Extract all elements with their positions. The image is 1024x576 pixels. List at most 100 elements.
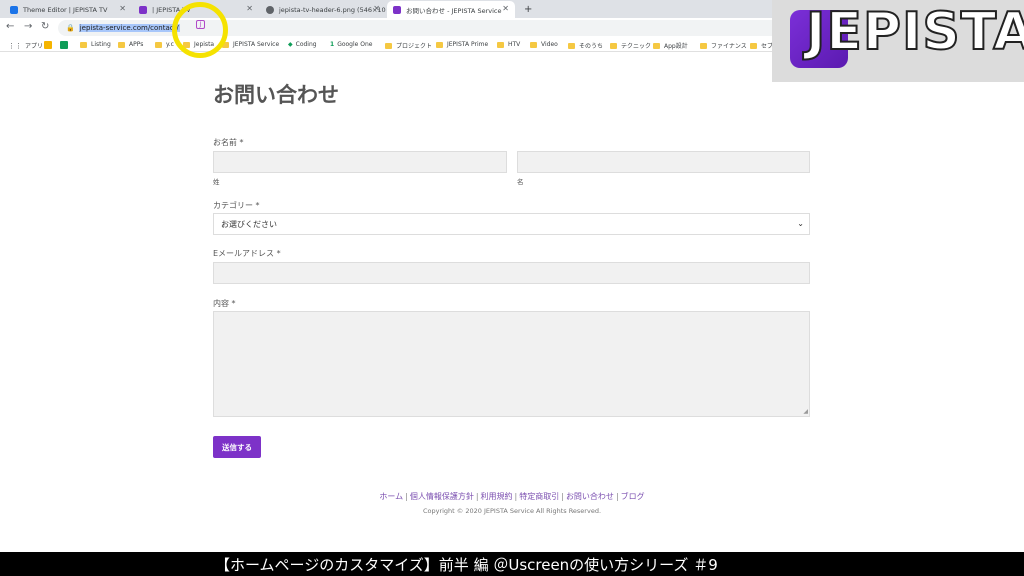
name-label-text: お名前 [213, 138, 237, 147]
globe-favicon-icon [266, 5, 274, 14]
first-name-sublabel: 名 [517, 178, 524, 186]
first-name-field[interactable] [517, 151, 810, 173]
bookmark-label: プロジェクト [396, 43, 433, 50]
folder-icon [80, 41, 87, 48]
close-tab-icon[interactable]: ✕ [502, 4, 509, 13]
required-mark: * [239, 138, 244, 147]
footer-link-terms[interactable]: 利用規約 [481, 492, 513, 501]
bookmark-htv[interactable]: HTV [497, 41, 520, 48]
footer-link-home[interactable]: ホーム [379, 492, 403, 501]
new-tab-button[interactable]: + [518, 1, 536, 18]
address-bar[interactable]: 🔒 jepista-service.com/contact/ [58, 20, 798, 36]
chevron-down-icon: ⌄ [797, 219, 804, 228]
tab-contact[interactable]: お問い合わせ - JEPISTA Service ✕ [387, 1, 515, 18]
content-textarea[interactable]: ◢ [213, 311, 810, 417]
bookmark-label: JEPISTA Prime [447, 41, 489, 48]
bookmark-label: JEPISTA Service [233, 41, 280, 48]
apps-grid-icon: ⋮⋮ [8, 41, 22, 50]
copyright: Copyright © 2020 JEPISTA Service All Rig… [422, 507, 602, 515]
bookmark-label: そのうち [579, 43, 604, 50]
required-mark: * [276, 249, 281, 258]
last-name-sublabel: 姓 [213, 178, 220, 186]
folder-icon [497, 41, 504, 48]
category-select[interactable]: お選びください ⌄ [213, 213, 810, 235]
reload-icon[interactable]: ↻ [41, 21, 49, 32]
tab-label: jepista-tv-header-6.png (546×10 [279, 5, 386, 14]
bookmark-technique[interactable]: テクニック [610, 41, 651, 50]
category-label-text: カテゴリー [213, 201, 253, 210]
bookmark-icon-green[interactable] [60, 41, 68, 49]
required-mark: * [231, 299, 236, 308]
jepista-favicon-icon: J [196, 20, 205, 29]
folder-icon [610, 42, 617, 49]
bookmark-yc[interactable]: y.c [155, 41, 174, 48]
tab-theme-editor[interactable]: Theme Editor | JEPISTA TV ✕ [4, 1, 132, 18]
bookmark-listing[interactable]: Listing [80, 41, 111, 48]
folder-icon [118, 41, 125, 48]
bookmark-label: Listing [91, 41, 111, 48]
apps-bookmark[interactable]: ⋮⋮ アプリ [8, 41, 44, 51]
email-label-text: Eメールアドレス [213, 249, 275, 258]
bookmark-label: ファイナンス [711, 43, 747, 50]
content-label: 内容 * [213, 298, 236, 309]
folder-icon [700, 42, 707, 49]
bookmark-coding[interactable]: ◆ Coding [288, 41, 317, 48]
bookmark-apps[interactable]: APPs [118, 41, 143, 48]
back-arrow-icon[interactable]: ← [6, 21, 14, 32]
email-label: Eメールアドレス * [213, 248, 281, 259]
lock-icon: 🔒 [66, 24, 75, 32]
bookmark-label: アプリ [25, 43, 44, 50]
tab-label: Theme Editor | JEPISTA TV [23, 5, 108, 14]
email-field[interactable] [213, 262, 810, 284]
bookmark-label: Coding [295, 41, 317, 48]
footer-separator: | [615, 492, 619, 501]
last-name-field[interactable] [213, 151, 507, 173]
bookmark-project[interactable]: プロジェクト [385, 41, 432, 50]
channel-logo: JEPISTA [772, 0, 1024, 82]
footer-separator: | [405, 492, 408, 501]
address-url[interactable]: jepista-service.com/contact/ [78, 24, 180, 32]
bookmark-jepista-service[interactable]: JEPISTA Service [222, 41, 279, 48]
category-selected-value: お選びください [221, 219, 277, 229]
bookmark-app-design[interactable]: App設計 [653, 41, 688, 50]
forward-arrow-icon[interactable]: → [24, 21, 32, 32]
footer-link-contact[interactable]: お問い合わせ [566, 492, 614, 501]
close-tab-icon[interactable]: ✕ [246, 4, 253, 13]
folder-icon [750, 42, 757, 49]
bookmark-label: テクニック [621, 43, 652, 50]
code-icon: ◆ [288, 41, 293, 48]
footer-links: ホーム | 個人情報保護方針 | 利用規約 | 特定商取引 | お問い合わせ | ブログ [0, 491, 1024, 502]
bookmark-favicon-icon [60, 41, 68, 49]
highlight-circle [172, 2, 228, 58]
content-label-text: 内容 [213, 299, 229, 308]
folder-icon [385, 42, 392, 49]
folder-icon [436, 41, 443, 48]
category-label: カテゴリー * [213, 200, 260, 211]
bookmark-video[interactable]: Video [530, 41, 558, 48]
required-mark: * [255, 201, 260, 210]
bookmark-finance[interactable]: ファイナンス [700, 41, 747, 50]
bookmark-google-one[interactable]: 1 Google One [330, 41, 372, 48]
resize-handle-icon[interactable]: ◢ [803, 408, 808, 415]
close-tab-icon[interactable]: ✕ [373, 4, 380, 13]
tab-header-image[interactable]: jepista-tv-header-6.png (546×10 ✕ [260, 1, 386, 18]
logo-text: JEPISTA [805, 1, 1024, 63]
bookmark-cebu[interactable]: セブ [750, 41, 773, 50]
video-caption: 【ホームページのカスタマイズ】前半 編 ＠Uscreenの使い方シリーズ ＃9 [215, 556, 718, 574]
footer-link-privacy[interactable]: 個人情報保護方針 [410, 492, 474, 501]
footer-link-blog[interactable]: ブログ [621, 492, 645, 501]
footer-link-commerce[interactable]: 特定商取引 [519, 492, 559, 501]
bookmark-label: App設計 [664, 43, 688, 50]
bookmark-jepista-prime[interactable]: JEPISTA Prime [436, 41, 488, 48]
bookmark-sonouchi[interactable]: そのうち [568, 41, 603, 50]
bookmark-icon-yellow[interactable] [44, 41, 52, 49]
bookmark-favicon-icon [44, 41, 52, 49]
google-one-icon: 1 [330, 41, 335, 48]
footer-separator: | [514, 492, 518, 501]
bookmark-label: y.c [166, 41, 174, 48]
tab-label: お問い合わせ - JEPISTA Service [406, 6, 502, 15]
submit-button[interactable]: 送信する [213, 436, 261, 458]
close-tab-icon[interactable]: ✕ [119, 4, 126, 13]
bookmark-label: APPs [129, 41, 144, 48]
footer-separator: | [475, 492, 479, 501]
